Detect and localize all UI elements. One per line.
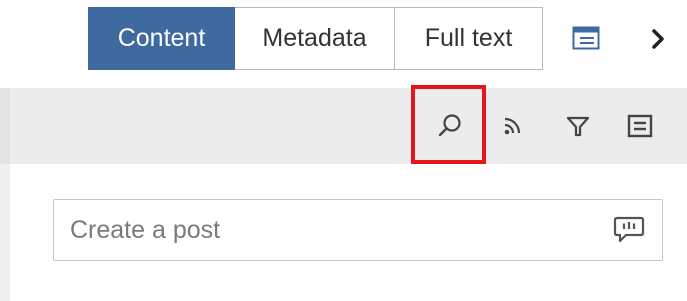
panel-toggle-icon[interactable] [572, 26, 600, 50]
filter-icon [566, 116, 590, 137]
list-view-icon [627, 114, 653, 138]
tab-content[interactable]: Content [88, 7, 235, 70]
search-icon [438, 114, 461, 137]
create-post-input[interactable] [53, 199, 663, 261]
tab-metadata[interactable]: Metadata [235, 7, 395, 70]
rss-feed-button[interactable] [495, 108, 531, 144]
filter-button[interactable] [560, 108, 596, 144]
rss-feed-icon [504, 117, 521, 135]
tab-full-text[interactable]: Full text [395, 7, 543, 70]
toolbar [0, 88, 687, 164]
tab-group: Content Metadata Full text [88, 7, 543, 70]
tab-bar: Content Metadata Full text [0, 0, 687, 88]
chevron-right-icon[interactable] [648, 25, 670, 53]
comment-icon[interactable] [612, 215, 646, 245]
search-button[interactable] [432, 108, 468, 144]
list-view-button[interactable] [622, 108, 658, 144]
